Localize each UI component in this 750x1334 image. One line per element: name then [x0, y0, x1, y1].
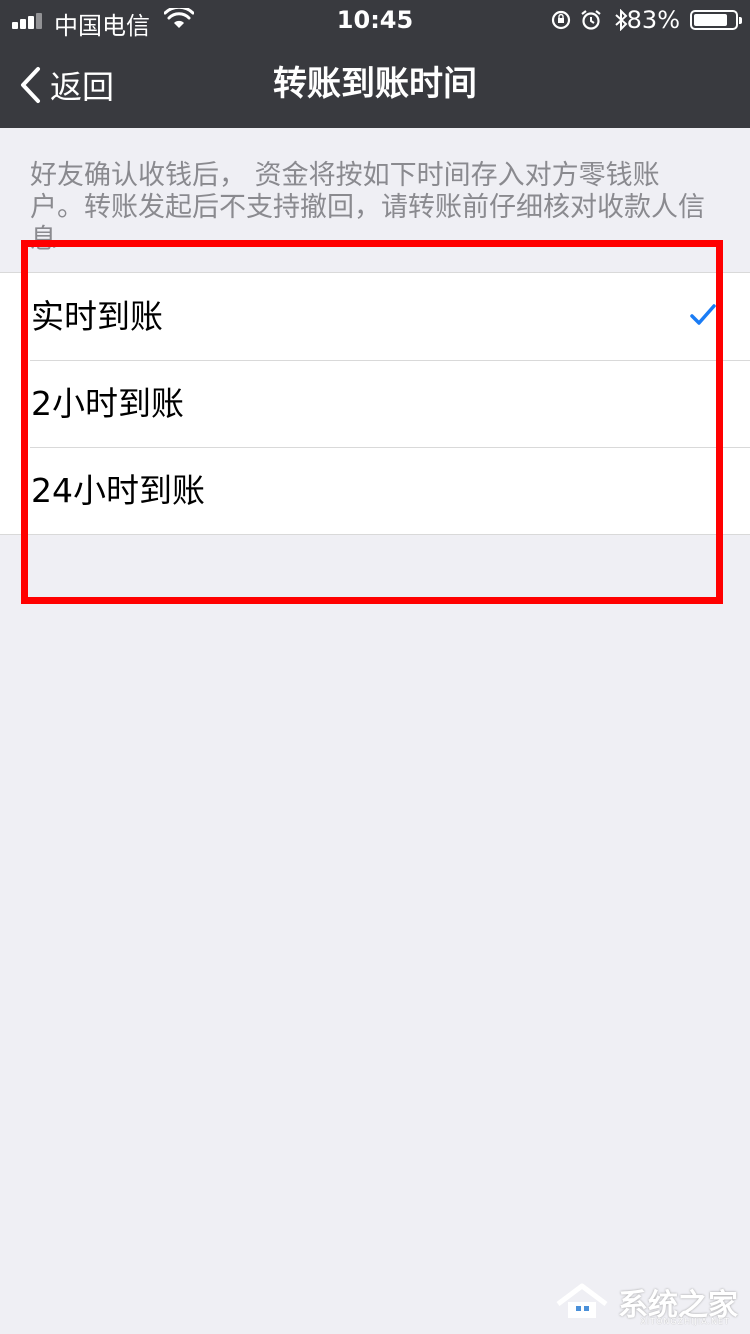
status-bar: 中国电信 10:45 83%	[0, 0, 750, 40]
status-icons	[550, 9, 632, 31]
battery-percent: 83%	[626, 6, 680, 34]
battery-fill	[694, 14, 727, 26]
option-row-realtime[interactable]: 实时到账	[0, 273, 750, 360]
option-row-2-hours[interactable]: 2小时到账	[0, 360, 750, 447]
alarm-icon	[581, 10, 601, 30]
battery-icon	[690, 10, 742, 30]
top-bar: 中国电信 10:45 83% 返回 转账到账时间	[0, 0, 750, 128]
page-title: 转账到账时间	[273, 64, 477, 104]
option-label: 实时到账	[31, 297, 163, 336]
checkmark-icon	[690, 304, 716, 325]
watermark-subtext: XITONGZHIJIA.NET	[640, 1317, 730, 1326]
option-label: 24小时到账	[31, 471, 205, 510]
orientation-lock-icon	[551, 10, 571, 30]
arrival-time-options: 实时到账 2小时到账 24小时到账	[0, 272, 750, 535]
description-text: 好友确认收钱后， 资金将按如下时间存入对方零钱账户。转账发起后不支持撤回，请转账…	[30, 160, 705, 255]
option-label: 2小时到账	[31, 384, 184, 423]
watermark: 系统之家 XITONGZHIJIA.NET	[554, 1280, 738, 1326]
option-row-24-hours[interactable]: 24小时到账	[0, 447, 750, 534]
house-logo-icon	[556, 1283, 608, 1318]
